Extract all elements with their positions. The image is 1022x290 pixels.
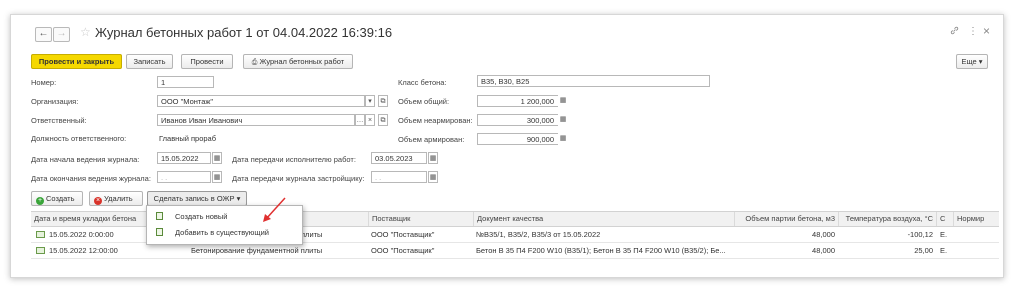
concrete-class-label: Класс бетона: [398,78,447,87]
row-quality-doc: №В35/1, В35/2, В35/3 от 15.05.2022 [476,230,601,239]
more-button[interactable]: Еще ▾ [956,54,988,69]
post-and-close-button[interactable]: Провести и закрыть [31,54,122,69]
menu-item-label: Добавить в существующий [175,228,269,237]
favorite-star-icon[interactable]: ☆ [80,25,91,39]
responsible-label: Ответственный: [31,116,87,125]
chevron-down-icon: ▾ [236,194,241,203]
end-date-field[interactable]: . . [157,171,211,183]
number-field[interactable]: 1 [157,76,214,88]
executor-date-label: Дата передачи исполнителю работ: [232,155,356,164]
document-row-icon [36,247,45,254]
post-button[interactable]: Провести [181,54,233,69]
col-c[interactable]: С [936,212,953,226]
volume-unreinforced-label: Объем неармирован: [398,116,473,125]
make-record-button[interactable]: Сделать запись в ОЖР ▾ [147,191,247,206]
row-datetime: 15.05.2022 12:00:00 [49,246,118,255]
volume-reinforced-field[interactable]: 900,000 [477,133,567,145]
close-icon[interactable]: × [983,24,990,38]
document-row-icon [36,231,45,238]
number-label: Номер: [31,78,57,87]
concrete-journal-button[interactable]: ⎙ Журнал бетонных работ [243,54,353,69]
col-norm[interactable]: Нормир [953,212,999,226]
volume-total-field[interactable]: 1 200,000 [477,95,567,107]
volume-unreinforced-calc-icon[interactable]: ▦ [558,114,568,126]
developer-date-label: Дата передачи журнала застройщику: [232,174,365,183]
volume-unreinforced-field[interactable]: 300,000 [477,114,567,126]
col-batch-volume[interactable]: Объем партии бетона, м3 [734,212,838,226]
add-icon: + [36,197,44,205]
organization-dropdown-icon[interactable]: ▾ [365,95,375,107]
developer-date-field[interactable]: . . [371,171,427,183]
responsible-open-icon[interactable]: ⧉ [378,114,388,126]
volume-total-calc-icon[interactable]: ▦ [558,95,568,107]
page-title: Журнал бетонных работ 1 от 04.04.2022 16… [95,25,393,40]
row-quality-doc: Бетон В 35 П4 F200 W10 (В35/1); Бетон В … [476,246,726,255]
row-supplier: ООО "Поставщик" [371,230,435,239]
make-record-label: Сделать запись в ОЖР [153,194,235,203]
menu-item-label: Создать новый [175,212,228,221]
volume-total-label: Объем общий: [398,97,450,106]
delete-button[interactable]: × Удалить [89,191,143,206]
row-air-temperature: 25,00 [914,246,933,255]
row-supplier: ООО "Поставщик" [371,246,435,255]
organization-label: Организация: [31,97,79,106]
col-air-temperature[interactable]: Температура воздуха, °С [838,212,936,226]
back-button[interactable]: ← [35,27,52,42]
document-add-icon [156,228,163,236]
delete-label: Удалить [104,194,133,203]
row-c: Е. [940,230,948,239]
responsible-field[interactable]: Иванов Иван Иванович [157,114,355,126]
end-date-calendar-icon[interactable]: ▦ [212,171,222,183]
start-date-calendar-icon[interactable]: ▦ [212,152,222,164]
end-date-label: Дата окончания ведения журнала: [31,174,151,183]
row-work: Бетонирование фундаментной плиты [191,246,323,255]
concrete-class-field[interactable]: В35, В30, В25 [477,75,710,87]
more-menu-icon[interactable]: ⋮ [968,26,978,37]
row-c: Е. [940,246,948,255]
start-date-field[interactable]: 15.05.2022 [157,152,211,164]
col-quality-doc[interactable]: Документ качества [473,212,734,226]
start-date-label: Дата начала ведения журнала: [31,155,140,164]
responsible-select-icon[interactable]: … [355,114,365,126]
delete-icon: × [94,197,102,205]
developer-date-calendar-icon[interactable]: ▦ [428,171,438,183]
organization-open-icon[interactable]: ⧉ [378,95,388,107]
organization-field[interactable]: ООО "Монтаж" [157,95,365,107]
red-arrow-icon [263,197,286,222]
executor-date-field[interactable]: 03.05.2023 [371,152,427,164]
document-add-icon [156,212,163,220]
volume-reinforced-label: Объем армирован: [398,135,465,144]
forward-button[interactable]: → [53,27,70,42]
volume-reinforced-calc-icon[interactable]: ▦ [558,133,568,145]
row-batch-volume: 48,000 [812,246,835,255]
executor-date-calendar-icon[interactable]: ▦ [428,152,438,164]
table-row[interactable]: 15.05.2022 12:00:00 Бетонирование фундам… [31,243,999,259]
menu-item-add-existing[interactable]: Добавить в существующий [147,225,302,240]
create-label: Создать [46,194,75,203]
position-value: Главный прораб [159,134,217,143]
row-batch-volume: 48,000 [812,230,835,239]
save-button[interactable]: Записать [126,54,173,69]
row-air-temperature: -100,12 [907,230,933,239]
concrete-journal-label: Журнал бетонных работ [259,57,345,66]
link-icon[interactable] [950,26,959,38]
print-icon: ⎙ [251,59,258,66]
responsible-clear-icon[interactable]: × [365,114,375,126]
create-button[interactable]: + Создать [31,191,83,206]
row-work: плиты [301,230,323,239]
position-label: Должность ответственного: [31,134,127,143]
col-supplier[interactable]: Поставщик [368,212,473,226]
document-window: ← → ☆ Журнал бетонных работ 1 от 04.04.2… [10,14,1004,278]
